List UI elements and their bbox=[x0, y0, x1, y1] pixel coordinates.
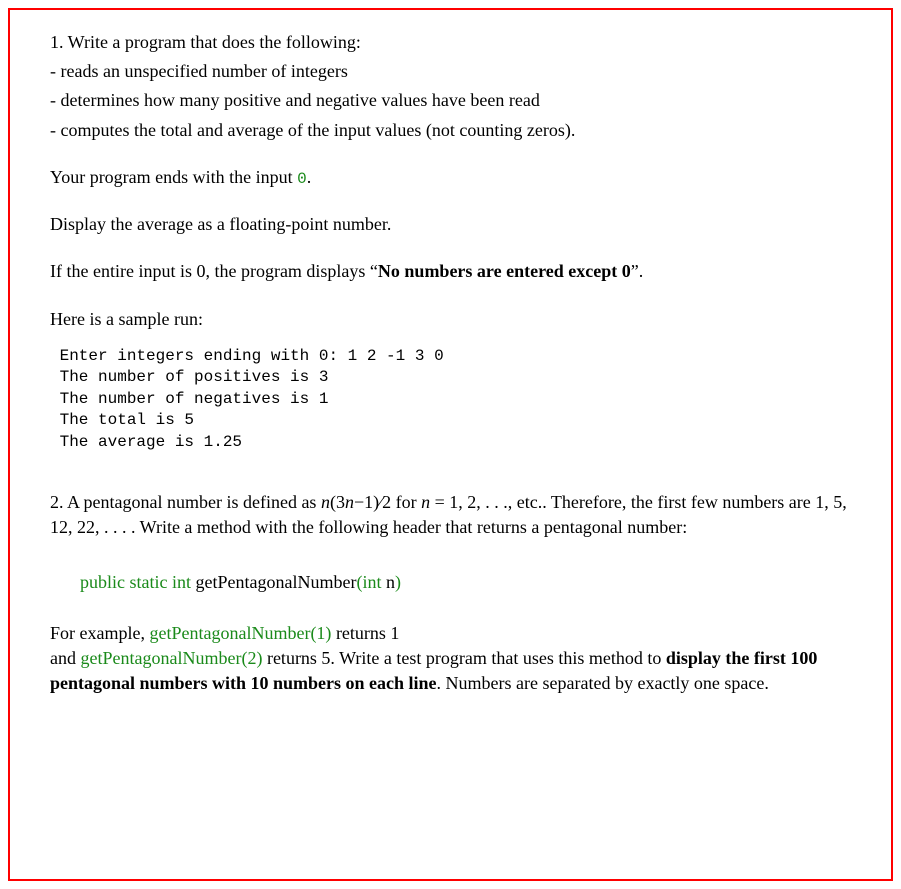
document-frame: 1. Write a program that does the followi… bbox=[8, 8, 893, 881]
q1-bullet-1: - reads an unspecified number of integer… bbox=[50, 59, 851, 84]
q2-call-2: getPentagonalNumber(2) bbox=[81, 648, 263, 668]
q2-formula-n3: n bbox=[421, 492, 430, 512]
q2-method-signature: public static int getPentagonalNumber(in… bbox=[80, 572, 851, 593]
q1-zero-literal: 0 bbox=[297, 170, 307, 188]
q1-if-zero-post: ”. bbox=[631, 261, 644, 281]
sig-int-kw: int bbox=[362, 572, 381, 592]
q1-bullet-2: - determines how many positive and negat… bbox=[50, 88, 851, 113]
q2-post: . Numbers are separated by exactly one s… bbox=[437, 673, 769, 693]
q1-sample-run-label: Here is a sample run: bbox=[50, 307, 851, 332]
q2-formula-n1: n bbox=[321, 492, 330, 512]
sample-line-3: The number of negatives is 1 bbox=[50, 390, 328, 408]
q1-heading: 1. Write a program that does the followi… bbox=[50, 30, 851, 55]
q2-formula-n2: n bbox=[345, 492, 354, 512]
sample-line-2: The number of positives is 3 bbox=[50, 368, 328, 386]
sample-line-1: Enter integers ending with 0: 1 2 -1 3 0 bbox=[50, 347, 444, 365]
q2-call-1: getPentagonalNumber(1) bbox=[149, 623, 331, 643]
q2-formula-mid2: −1)⁄2 for bbox=[354, 492, 421, 512]
q2-example-pre: For example, bbox=[50, 623, 149, 643]
q1-if-zero-bold: No numbers are entered except 0 bbox=[378, 261, 631, 281]
q1-ends-pre: Your program ends with the input bbox=[50, 167, 297, 187]
q2-ret-2: returns 5. Write a test program that use… bbox=[262, 648, 665, 668]
q2-intro-pre: 2. A pentagonal number is defined as bbox=[50, 492, 321, 512]
q2-intro: 2. A pentagonal number is defined as n(3… bbox=[50, 490, 851, 540]
q1-display-avg: Display the average as a floating-point … bbox=[50, 212, 851, 237]
q1-ends-with: Your program ends with the input 0. bbox=[50, 165, 851, 190]
q2-ret-1: returns 1 bbox=[331, 623, 399, 643]
q2-example: For example, getPentagonalNumber(1) retu… bbox=[50, 621, 851, 697]
q2-and-pre: and bbox=[50, 648, 81, 668]
sig-public-static-int: public static int bbox=[80, 572, 191, 592]
sig-paren-close: ) bbox=[395, 572, 401, 592]
sig-param: n bbox=[386, 572, 395, 592]
q1-bullet-3: - computes the total and average of the … bbox=[50, 118, 851, 143]
sig-method-name: getPentagonalNumber bbox=[195, 572, 356, 592]
q1-if-zero-pre: If the entire input is 0, the program di… bbox=[50, 261, 378, 281]
q1-ends-post: . bbox=[307, 167, 312, 187]
q1-if-zero: If the entire input is 0, the program di… bbox=[50, 259, 851, 284]
sample-line-4: The total is 5 bbox=[50, 411, 194, 429]
q1-sample-output: Enter integers ending with 0: 1 2 -1 3 0… bbox=[50, 346, 851, 454]
q2-formula-mid1: (3 bbox=[330, 492, 345, 512]
sample-line-5: The average is 1.25 bbox=[50, 433, 242, 451]
